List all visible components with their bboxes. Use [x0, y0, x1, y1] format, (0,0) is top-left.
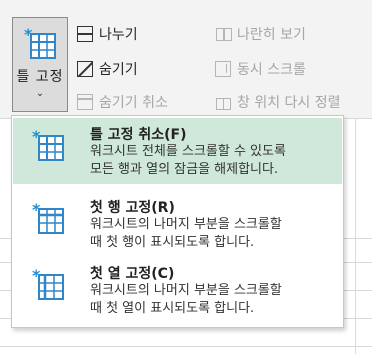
- split-button[interactable]: 나누기: [77, 24, 138, 44]
- freeze-panes-button[interactable]: * 틀 고정 ⌄: [12, 17, 68, 112]
- menu-item-title: 틀 고정 취소(F): [90, 127, 187, 143]
- unhide-label: 숨기기 취소: [99, 95, 168, 111]
- view-ribbon: * 틀 고정 ⌄ 나누기 숨기기 숨기기 취소 나란히 보기 동시 스크롤 창 …: [0, 0, 372, 118]
- chevron-down-icon: ⌄: [35, 88, 45, 99]
- menu-item-title: 첫 행 고정(R): [90, 200, 175, 216]
- menu-item-description-line: 모든 행과 열의 잠금을 해제합니다.: [90, 162, 279, 177]
- svg-text:*: *: [24, 26, 33, 44]
- menu-item-description-line: 때 첫 열이 표시되도록 합니다.: [90, 301, 255, 316]
- unfreeze-panes-icon: *: [32, 128, 64, 161]
- menu-item-description-line: 워크시트 전체를 스크롤할 수 있도록: [90, 144, 286, 159]
- split-label: 나누기: [99, 27, 138, 43]
- freeze-top-row-icon: *: [32, 201, 64, 234]
- reset-window-position-button[interactable]: 창 위치 다시 정렬: [215, 92, 341, 112]
- svg-text:*: *: [32, 128, 41, 146]
- svg-text:*: *: [32, 267, 41, 285]
- unhide-button[interactable]: 숨기기 취소: [77, 92, 168, 112]
- sync-scroll-button[interactable]: 동시 스크롤: [215, 59, 306, 79]
- menu-item-description: 워크시트의 나머지 부분을 스크롤할 때 첫 열이 표시되도록 합니다.: [90, 282, 340, 318]
- menu-item-title: 첫 열 고정(C): [90, 266, 175, 282]
- menu-item-description-line: 워크시트의 나머지 부분을 스크롤할: [90, 217, 282, 232]
- menu-item-freeze-first-column[interactable]: * 첫 열 고정(C) 워크시트의 나머지 부분을 스크롤할 때 첫 열이 표시…: [13, 257, 342, 323]
- sheet-gridline: [355, 118, 356, 354]
- hide-label: 숨기기: [99, 62, 138, 78]
- menu-item-unfreeze-panes[interactable]: * 틀 고정 취소(F) 워크시트 전체를 스크롤할 수 있도록 모든 행과 열…: [13, 118, 342, 184]
- menu-item-description: 워크시트 전체를 스크롤할 수 있도록 모든 행과 열의 잠금을 해제합니다.: [90, 143, 340, 179]
- sheet-gridline: [0, 346, 372, 347]
- hide-button[interactable]: 숨기기: [77, 59, 138, 79]
- menu-item-description-line: 때 첫 행이 표시되도록 합니다.: [90, 235, 255, 250]
- view-side-by-side-button[interactable]: 나란히 보기: [215, 24, 306, 44]
- hide-icon: [77, 61, 93, 77]
- view-side-by-side-label: 나란히 보기: [237, 27, 306, 43]
- menu-item-description-line: 워크시트의 나머지 부분을 스크롤할: [90, 283, 282, 298]
- sync-scroll-label: 동시 스크롤: [237, 62, 306, 78]
- unhide-icon: [77, 94, 93, 110]
- freeze-panes-menu: * 틀 고정 취소(F) 워크시트 전체를 스크롤할 수 있도록 모든 행과 열…: [11, 115, 344, 328]
- svg-text:*: *: [32, 201, 41, 219]
- side-by-side-icon: [215, 26, 232, 42]
- menu-item-freeze-top-row[interactable]: * 첫 행 고정(R) 워크시트의 나머지 부분을 스크롤할 때 첫 행이 표시…: [13, 191, 342, 255]
- freeze-panes-icon: *: [24, 26, 56, 59]
- sync-scroll-icon: [215, 61, 231, 77]
- freeze-panes-label: 틀 고정: [16, 69, 64, 85]
- split-icon: [77, 26, 93, 42]
- reset-window-icon: [215, 94, 231, 110]
- reset-window-position-label: 창 위치 다시 정렬: [237, 95, 341, 111]
- menu-item-description: 워크시트의 나머지 부분을 스크롤할 때 첫 행이 표시되도록 합니다.: [90, 216, 340, 252]
- freeze-first-column-icon: *: [32, 267, 64, 300]
